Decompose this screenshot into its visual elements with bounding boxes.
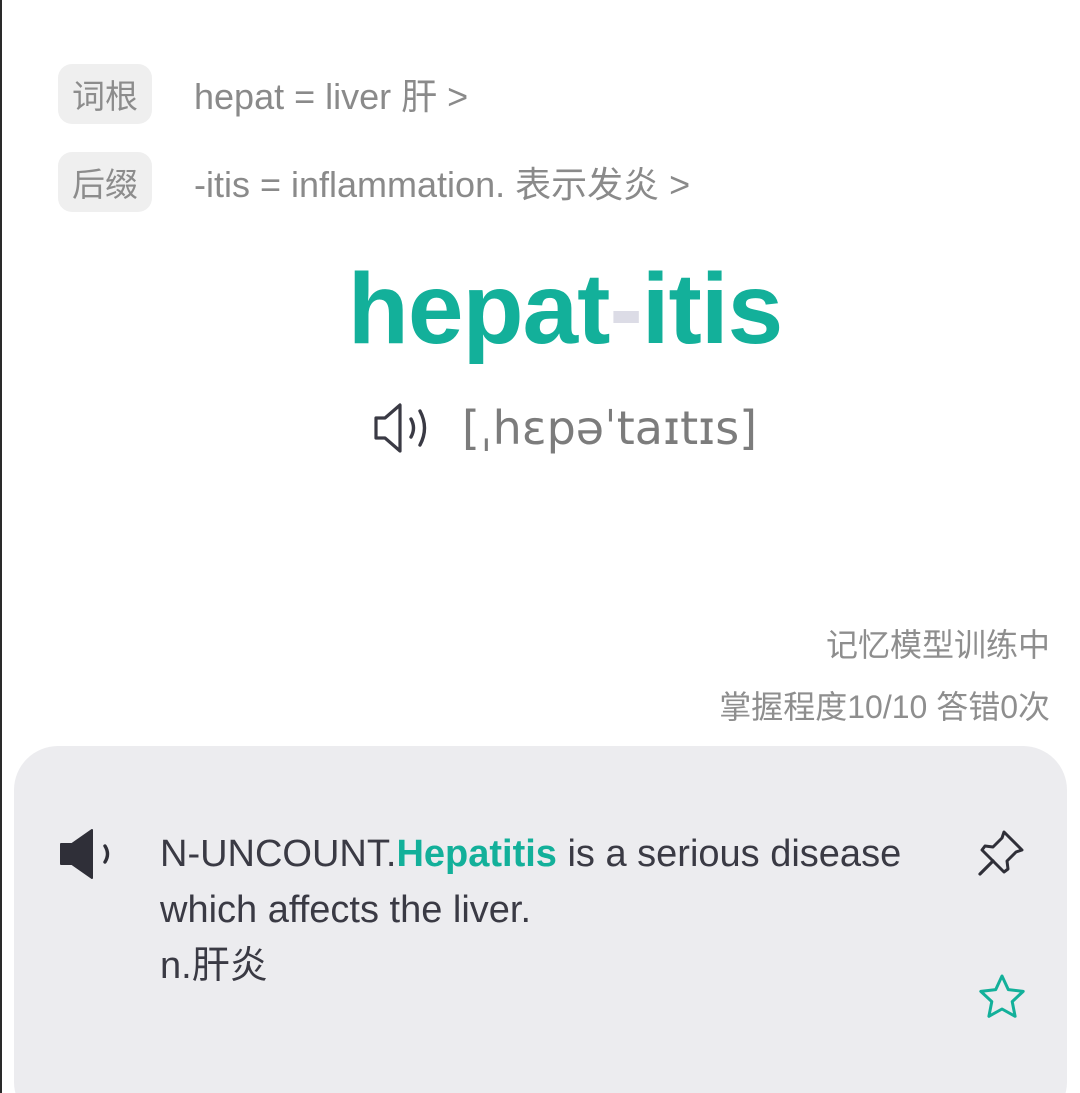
mastery-progress: 掌握程度10/10 答错0次 <box>719 689 1050 725</box>
phonetic-text: [ˌhɛpəˈtaɪtɪs] <box>462 401 758 455</box>
root-tag: 词根 <box>58 64 152 124</box>
speaker-outline-icon[interactable] <box>372 393 434 463</box>
training-status: 记忆模型训练中 <box>825 627 1050 663</box>
word-detail-screen: 词根 hepat = liver 肝 > 后缀 -itis = inflamma… <box>0 0 1080 1093</box>
suffix-text[interactable]: -itis = inflammation. 表示发炎 > <box>194 156 690 208</box>
speaker-filled-icon[interactable] <box>58 826 118 887</box>
definition-keyword: Hepatitis <box>396 833 557 875</box>
definition-text: N-UNCOUNT.Hepatitis is a serious disease… <box>160 826 920 994</box>
pronunciation-row: [ˌhɛpəˈtaɪtɪs] <box>372 393 757 463</box>
headword-root: hepat <box>347 253 611 365</box>
pin-icon[interactable] <box>976 828 1026 883</box>
root-row[interactable]: 词根 hepat = liver 肝 > <box>58 64 468 124</box>
root-text[interactable]: hepat = liver 肝 > <box>194 68 468 120</box>
star-outline-icon[interactable] <box>976 972 1028 1027</box>
suffix-tag: 后缀 <box>58 152 152 212</box>
headword-suffix: itis <box>641 253 783 365</box>
headword-separator: - <box>609 253 642 365</box>
left-border <box>0 0 2 1093</box>
headword: hepat-itis <box>0 252 1080 367</box>
part-of-speech: N-UNCOUNT. <box>160 833 397 875</box>
suffix-row[interactable]: 后缀 -itis = inflammation. 表示发炎 > <box>58 152 690 212</box>
translation-text: n.肝炎 <box>160 945 268 987</box>
